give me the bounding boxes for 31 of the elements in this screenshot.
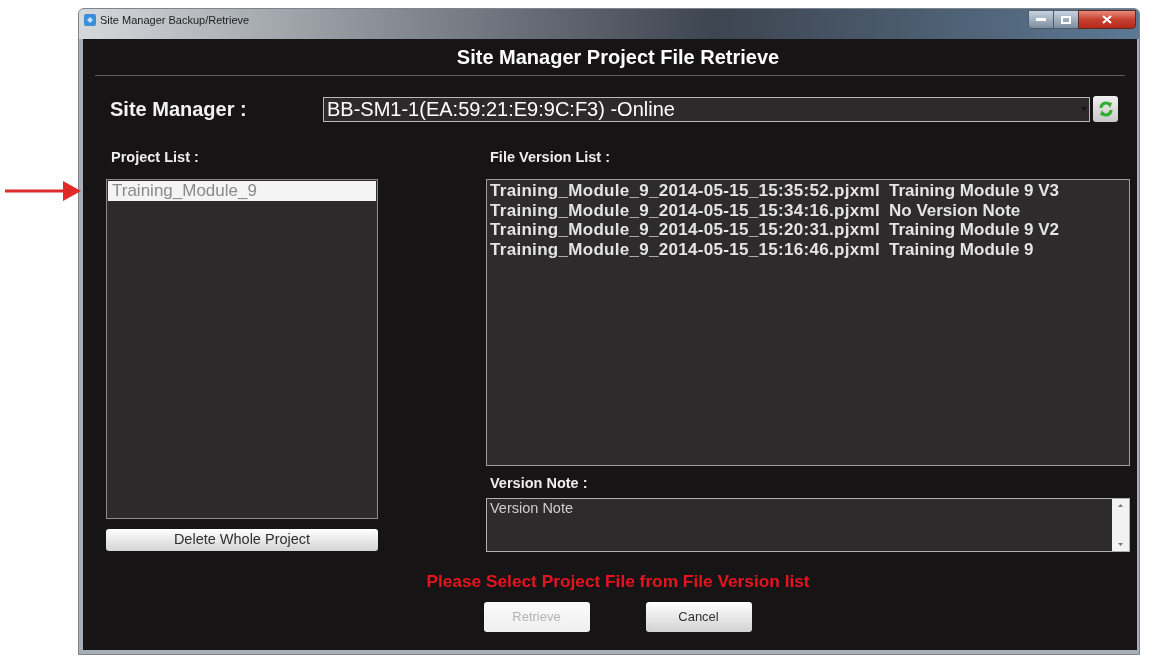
site-manager-dropdown[interactable]: BB-SM1-1(EA:59:21:E9:9C:F3) -Online	[323, 96, 1090, 122]
file-version-row[interactable]: Training_Module_9_2014-05-15_15:16:46.pjxml Training Module 9	[487, 239, 1129, 260]
file-name: Training_Module_9_2014-05-15_15:35:52.pjxml	[490, 181, 880, 200]
file-version-list-label: File Version List :	[490, 149, 611, 165]
maximize-button[interactable]	[1054, 10, 1078, 29]
file-version-row[interactable]: Training_Module_9_2014-05-15_15:34:16.pjxml No Version Note	[487, 200, 1129, 221]
file-version-row[interactable]: Training_Module_9_2014-05-15_15:35:52.pjxml Training Module 9 V3	[487, 181, 1129, 201]
window-title: Site Manager Backup/Retrieve	[100, 13, 250, 27]
version-note-text: Training Module 9	[889, 239, 1034, 259]
minimize-icon	[1036, 18, 1046, 21]
refresh-button[interactable]	[1093, 96, 1118, 122]
file-name: Training_Module_9_2014-05-15_15:16:46.pjxml	[490, 239, 880, 259]
close-button[interactable]	[1078, 10, 1136, 29]
delete-project-button[interactable]: Delete Whole Project	[106, 529, 378, 551]
site-manager-label: Site Manager :	[110, 98, 247, 120]
minimize-button[interactable]	[1028, 10, 1054, 29]
version-note-text: Training Module 9 V2	[889, 220, 1060, 240]
cancel-button[interactable]: Cancel	[645, 602, 752, 632]
app-icon	[84, 14, 96, 26]
version-note-text: Training Module 9 V3	[889, 181, 1060, 200]
file-name: Training_Module_9_2014-05-15_15:20:31.pjxml	[490, 220, 880, 240]
file-name: Training_Module_9_2014-05-15_15:34:16.pjxml	[490, 200, 880, 220]
maximize-icon	[1061, 15, 1071, 24]
project-list-label: Project List :	[111, 149, 199, 165]
version-note-text: No Version Note	[889, 200, 1021, 220]
close-icon	[1102, 15, 1112, 24]
dialog-heading: Site Manager Project File Retrieve	[456, 45, 780, 70]
version-note-label: Version Note :	[490, 475, 588, 491]
refresh-icon	[1098, 101, 1113, 117]
status-message: Please Select Project File from File Version list	[426, 571, 810, 591]
file-version-row[interactable]: Training_Module_9_2014-05-15_15:20:31.pjxml Training Module 9 V2	[487, 220, 1129, 240]
